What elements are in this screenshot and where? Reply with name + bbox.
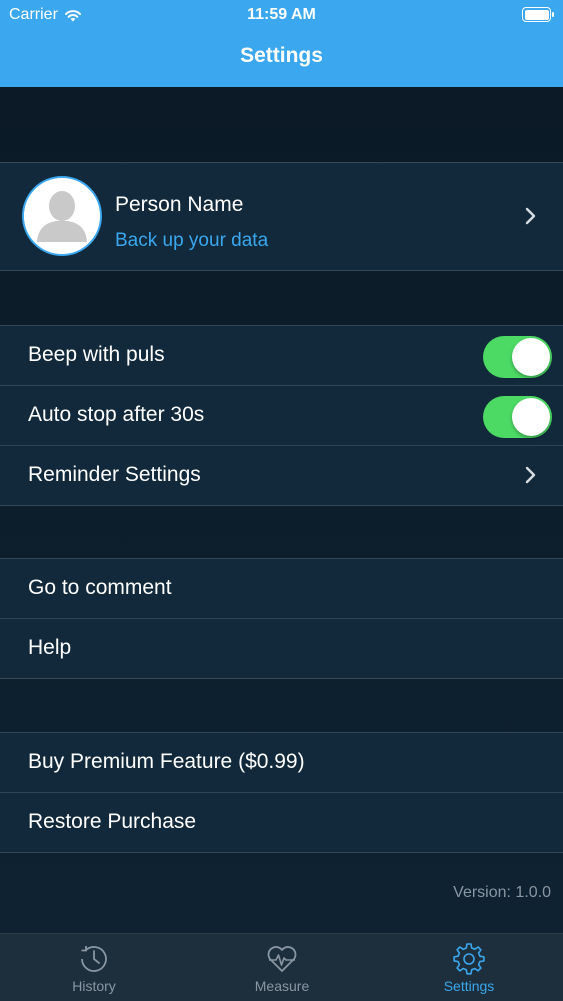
tab-measure[interactable]: Measure [188, 934, 376, 1001]
backup-link[interactable]: Back up your data [115, 230, 268, 252]
chevron-right-icon [525, 207, 536, 225]
navigation-bar: Carrier 11:59 AM Settings [0, 0, 563, 87]
comment-label: Go to comment [28, 576, 172, 599]
version-label: Version: 1.0.0 [453, 884, 551, 901]
reminder-settings-row[interactable]: Reminder Settings [0, 446, 563, 505]
preferences-group: Beep with puls Auto stop after 30s Remin… [0, 325, 563, 506]
clock-icon [81, 946, 107, 972]
chevron-right-icon [525, 466, 536, 484]
profile-name: Person Name [115, 193, 244, 216]
profile-group: Person Name Back up your data [0, 162, 563, 271]
autostop-row: Auto stop after 30s [0, 386, 563, 446]
profile-row[interactable]: Person Name Back up your data [0, 163, 563, 270]
premium-label: Buy Premium Feature ($0.99) [28, 750, 305, 773]
settings-content: Person Name Back up your data Beep with … [0, 87, 563, 933]
beep-label: Beep with puls [28, 343, 165, 366]
purchase-group: Buy Premium Feature ($0.99) Restore Purc… [0, 732, 563, 853]
gear-icon [453, 943, 485, 975]
person-placeholder-icon [24, 178, 100, 254]
help-row[interactable]: Help [0, 619, 563, 678]
beep-toggle[interactable] [483, 336, 552, 378]
beep-row: Beep with puls [0, 326, 563, 386]
tab-measure-label: Measure [254, 978, 310, 994]
autostop-toggle[interactable] [483, 396, 552, 438]
help-label: Help [28, 636, 72, 659]
tab-bar: History Measure Settings [0, 933, 563, 1001]
status-bar: Carrier 11:59 AM [0, 0, 563, 30]
reminder-label: Reminder Settings [28, 463, 201, 486]
avatar [22, 176, 102, 256]
autostop-label: Auto stop after 30s [28, 403, 205, 426]
tab-history-label: History [72, 978, 116, 994]
restore-label: Restore Purchase [28, 810, 197, 833]
status-time: 11:59 AM [247, 6, 316, 23]
page-title: Settings [240, 44, 323, 67]
restore-row[interactable]: Restore Purchase [0, 793, 563, 852]
comment-row[interactable]: Go to comment [0, 559, 563, 619]
tab-settings[interactable]: Settings [375, 934, 563, 1001]
tab-history[interactable]: History [0, 934, 188, 1001]
support-group: Go to comment Help [0, 558, 563, 679]
heart-pulse-icon [267, 946, 297, 972]
battery-icon [522, 7, 554, 22]
premium-row[interactable]: Buy Premium Feature ($0.99) [0, 733, 563, 793]
tab-settings-label: Settings [443, 978, 495, 994]
